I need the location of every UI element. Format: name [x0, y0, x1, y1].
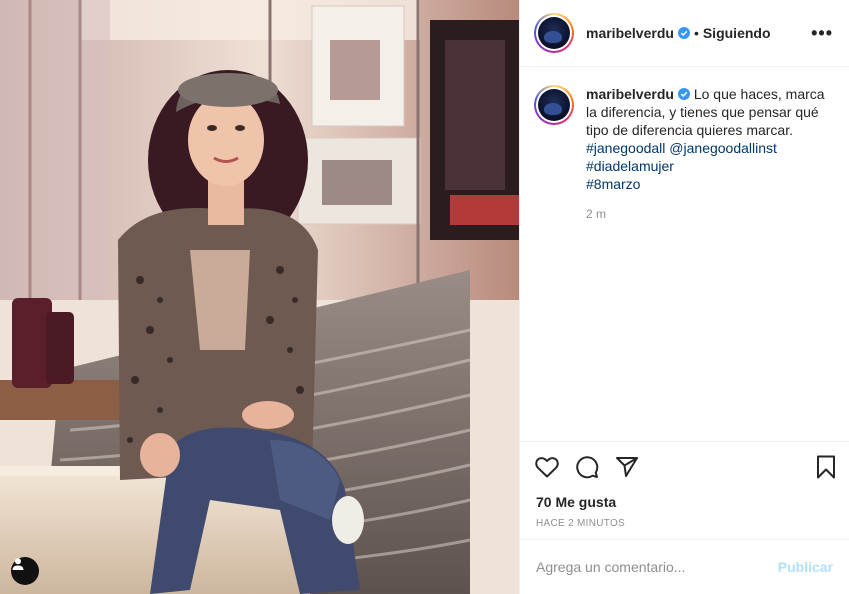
verified-badge-icon — [677, 88, 690, 100]
post-timestamp: HACE 2 MINUTOS — [536, 518, 626, 529]
avatar-image — [538, 89, 570, 121]
following-button[interactable]: Siguiendo — [703, 25, 771, 41]
post-side-panel: maribelverdu • Siguiendo ••• maribelverd… — [519, 0, 849, 594]
hashtag-link[interactable]: #janegoodall — [586, 140, 665, 156]
hashtag-link[interactable]: #8marzo — [586, 175, 833, 193]
caption-text-block: maribelverdu Lo que haces, marca la dife… — [586, 85, 833, 223]
mention-link[interactable]: @janegoodallinst — [669, 140, 777, 156]
caption-avatar[interactable] — [534, 85, 574, 125]
comment-input[interactable] — [536, 559, 778, 575]
post-header: maribelverdu • Siguiendo ••• — [520, 0, 849, 67]
photo-illustration — [0, 0, 519, 594]
hashtag-link[interactable]: #diadelamujer — [586, 157, 833, 175]
caption-username[interactable]: maribelverdu — [586, 86, 674, 102]
separator-dot: • — [693, 25, 699, 41]
post-photo[interactable] — [0, 0, 519, 594]
more-options-icon[interactable]: ••• — [811, 24, 833, 42]
avatar[interactable] — [534, 13, 574, 53]
user-tag-icon — [12, 558, 24, 570]
user-tag-button[interactable] — [11, 557, 39, 585]
action-bar — [520, 441, 849, 491]
caption-area: maribelverdu Lo que haces, marca la dife… — [520, 67, 849, 441]
caption: maribelverdu Lo que haces, marca la dife… — [534, 85, 833, 223]
share-icon[interactable] — [614, 454, 640, 480]
comment-icon[interactable] — [574, 454, 600, 480]
verified-badge-icon — [677, 27, 690, 39]
avatar-image — [538, 17, 570, 49]
hashtag-list: #janegoodall @janegoodallinst #diadelamu… — [586, 139, 833, 193]
bookmark-icon[interactable] — [813, 454, 839, 480]
caption-timestamp[interactable]: 2 m — [586, 205, 833, 223]
publish-button[interactable]: Publicar — [778, 559, 833, 575]
comment-form: Publicar — [520, 539, 849, 594]
header-username[interactable]: maribelverdu — [586, 25, 674, 41]
like-count[interactable]: 70 Me gusta — [520, 491, 849, 513]
instagram-post: maribelverdu • Siguiendo ••• maribelverd… — [0, 0, 849, 594]
heart-icon[interactable] — [534, 454, 560, 480]
